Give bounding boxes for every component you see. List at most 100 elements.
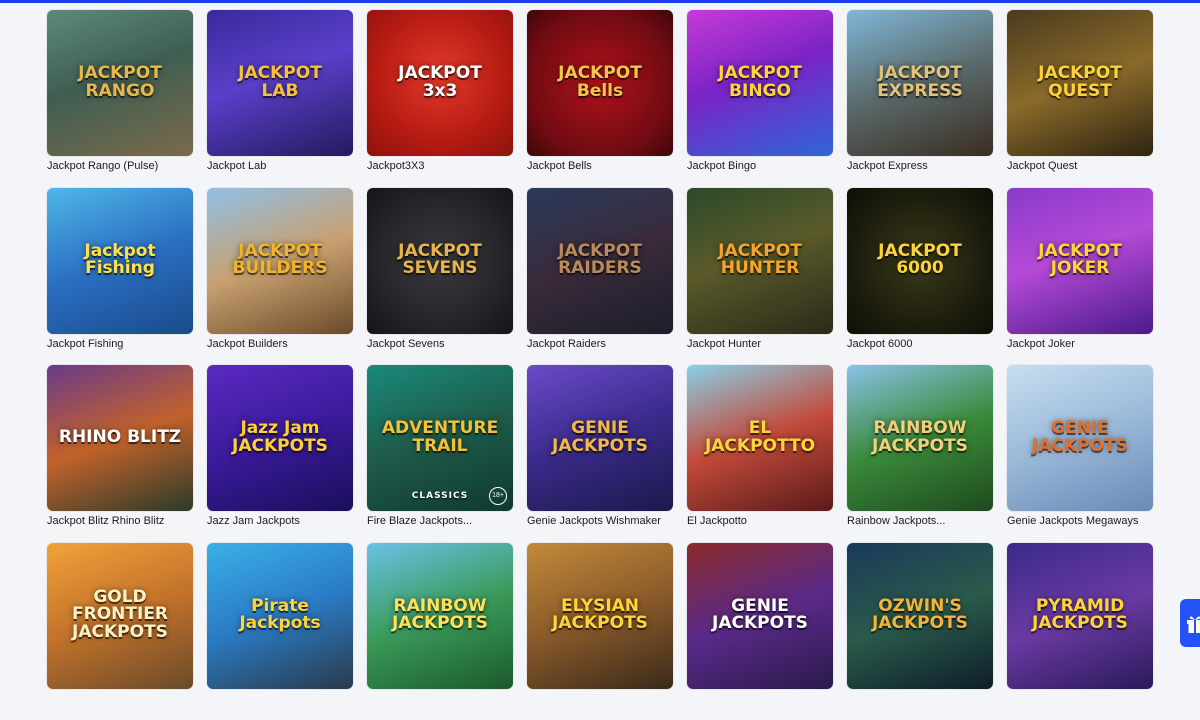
game-thumbnail[interactable]: GENIE JACKPOTS [687,543,833,689]
game-card[interactable]: RHINO BLITZJackpot Blitz Rhino Blitz [47,365,193,543]
game-art-title: Pirate Jackpots [211,598,349,634]
game-thumbnail[interactable]: RHINO BLITZ [47,365,193,511]
game-art-title: JACKPOT HUNTER [691,243,829,279]
game-thumbnail[interactable]: GENIE JACKPOTS [1007,365,1153,511]
game-card[interactable]: JACKPOT JOKERJackpot Joker [1007,188,1153,366]
game-card[interactable]: JACKPOT BINGOJackpot Bingo [687,10,833,188]
game-title-label[interactable]: Jackpot Joker [1007,338,1157,350]
game-card[interactable]: JACKPOT BellsJackpot Bells [527,10,673,188]
game-title-label[interactable]: Fire Blaze Jackpots... [367,515,517,527]
game-card[interactable]: Jackpot FishingJackpot Fishing [47,188,193,366]
game-card[interactable]: ELYSIAN JACKPOTS [527,543,673,720]
game-card[interactable]: JACKPOT HUNTERJackpot Hunter [687,188,833,366]
game-thumbnail[interactable]: JACKPOT Bells [527,10,673,156]
game-title-label[interactable]: Jackpot Lab [207,160,357,172]
game-card[interactable]: JACKPOT BUILDERSJackpot Builders [207,188,353,366]
game-art-title: PYRAMID JACKPOTS [1011,598,1149,634]
game-title-label[interactable]: Genie Jackpots Wishmaker [527,515,677,527]
game-thumbnail[interactable]: ELYSIAN JACKPOTS [527,543,673,689]
game-thumbnail[interactable]: EL JACKPOTTO [687,365,833,511]
game-title-label[interactable]: Jackpot Fishing [47,338,197,350]
game-art-title: JACKPOT QUEST [1011,65,1149,101]
game-title-label[interactable]: Jackpot Quest [1007,160,1157,172]
game-card[interactable]: JACKPOT QUESTJackpot Quest [1007,10,1153,188]
game-art-title: JACKPOT BUILDERS [211,243,349,279]
game-art-title: JACKPOT LAB [211,65,349,101]
game-card[interactable]: RAINBOW JACKPOTS [367,543,513,720]
game-card[interactable]: GENIE JACKPOTSGenie Jackpots Wishmaker [527,365,673,543]
game-card[interactable]: JACKPOT 6000Jackpot 6000 [847,188,993,366]
game-card[interactable]: GOLD FRONTIER JACKPOTS [47,543,193,720]
game-art-title: RHINO BLITZ [51,429,189,447]
game-title-label[interactable]: Jackpot Sevens [367,338,517,350]
game-thumbnail[interactable]: Jackpot Fishing [47,188,193,334]
game-thumbnail[interactable]: JACKPOT JOKER [1007,188,1153,334]
game-art-title: OZWIN'S JACKPOTS [851,598,989,634]
game-art-title: JACKPOT EXPRESS [851,65,989,101]
game-thumbnail[interactable]: JACKPOT BUILDERS [207,188,353,334]
game-card[interactable]: Pirate Jackpots [207,543,353,720]
game-card[interactable]: ADVENTURE TRAILCLASSICS18+Fire Blaze Jac… [367,365,513,543]
game-thumbnail[interactable]: GENIE JACKPOTS [527,365,673,511]
game-art-title: RAINBOW JACKPOTS [851,420,989,456]
game-art-title: JACKPOT BINGO [691,65,829,101]
game-title-label[interactable]: Jazz Jam Jackpots [207,515,357,527]
game-thumbnail[interactable]: JACKPOT RANGO [47,10,193,156]
game-thumbnail[interactable]: JACKPOT QUEST [1007,10,1153,156]
game-thumbnail[interactable]: JACKPOT HUNTER [687,188,833,334]
game-title-label[interactable]: Genie Jackpots Megaways [1007,515,1157,527]
game-title-label[interactable]: Jackpot Bingo [687,160,837,172]
game-card[interactable]: GENIE JACKPOTS [687,543,833,720]
game-title-label[interactable]: Jackpot Blitz Rhino Blitz [47,515,197,527]
game-title-label[interactable]: Jackpot Raiders [527,338,677,350]
game-thumbnail[interactable]: PYRAMID JACKPOTS [1007,543,1153,689]
game-card[interactable]: JACKPOT LABJackpot Lab [207,10,353,188]
game-thumbnail[interactable]: RAINBOW JACKPOTS [847,365,993,511]
age-restriction-badge: 18+ [489,487,507,505]
game-thumbnail[interactable]: JACKPOT BINGO [687,10,833,156]
game-thumbnail[interactable]: JACKPOT 6000 [847,188,993,334]
game-title-label[interactable]: Jackpot3X3 [367,160,517,172]
game-thumbnail[interactable]: ADVENTURE TRAILCLASSICS18+ [367,365,513,511]
game-thumbnail[interactable]: JACKPOT EXPRESS [847,10,993,156]
gift-button[interactable] [1180,599,1200,647]
game-card[interactable]: Jazz Jam JACKPOTSJazz Jam Jackpots [207,365,353,543]
game-thumbnail[interactable]: GOLD FRONTIER JACKPOTS [47,543,193,689]
game-art-title: JACKPOT RANGO [51,65,189,101]
game-card[interactable]: RAINBOW JACKPOTSRainbow Jackpots... [847,365,993,543]
game-card[interactable]: JACKPOT SEVENSJackpot Sevens [367,188,513,366]
game-card[interactable]: JACKPOT 3x3Jackpot3X3 [367,10,513,188]
game-card[interactable]: JACKPOT EXPRESSJackpot Express [847,10,993,188]
game-title-label[interactable]: Jackpot Express [847,160,997,172]
game-thumbnail[interactable]: JACKPOT LAB [207,10,353,156]
game-grid: JACKPOT RANGOJackpot Rango (Pulse)JACKPO… [47,10,1153,720]
game-title-label[interactable]: Jackpot Rango (Pulse) [47,160,197,172]
game-art-title: GENIE JACKPOTS [1011,420,1149,456]
game-art-title: GENIE JACKPOTS [691,598,829,634]
game-thumbnail[interactable]: Pirate Jackpots [207,543,353,689]
game-art-title: ADVENTURE TRAIL [371,420,509,456]
game-thumbnail[interactable]: RAINBOW JACKPOTS [367,543,513,689]
game-title-label[interactable]: Jackpot Hunter [687,338,837,350]
game-title-label[interactable]: Jackpot 6000 [847,338,997,350]
game-thumbnail[interactable]: JACKPOT SEVENS [367,188,513,334]
game-art-title: JACKPOT 6000 [851,243,989,279]
game-card[interactable]: JACKPOT RAIDERSJackpot Raiders [527,188,673,366]
game-art-title: Jazz Jam JACKPOTS [211,420,349,456]
game-card[interactable]: PYRAMID JACKPOTS [1007,543,1153,720]
game-title-label[interactable]: Rainbow Jackpots... [847,515,997,527]
game-art-title: RAINBOW JACKPOTS [371,598,509,634]
game-thumbnail[interactable]: JACKPOT 3x3 [367,10,513,156]
game-art-title: Jackpot Fishing [51,243,189,279]
game-card[interactable]: OZWIN'S JACKPOTS [847,543,993,720]
game-thumbnail[interactable]: OZWIN'S JACKPOTS [847,543,993,689]
game-title-label[interactable]: El Jackpotto [687,515,837,527]
game-card[interactable]: GENIE JACKPOTSGenie Jackpots Megaways [1007,365,1153,543]
game-title-label[interactable]: Jackpot Bells [527,160,677,172]
game-thumbnail[interactable]: JACKPOT RAIDERS [527,188,673,334]
game-title-label[interactable]: Jackpot Builders [207,338,357,350]
game-art-title: JACKPOT JOKER [1011,243,1149,279]
game-card[interactable]: JACKPOT RANGOJackpot Rango (Pulse) [47,10,193,188]
game-card[interactable]: EL JACKPOTTOEl Jackpotto [687,365,833,543]
game-thumbnail[interactable]: Jazz Jam JACKPOTS [207,365,353,511]
